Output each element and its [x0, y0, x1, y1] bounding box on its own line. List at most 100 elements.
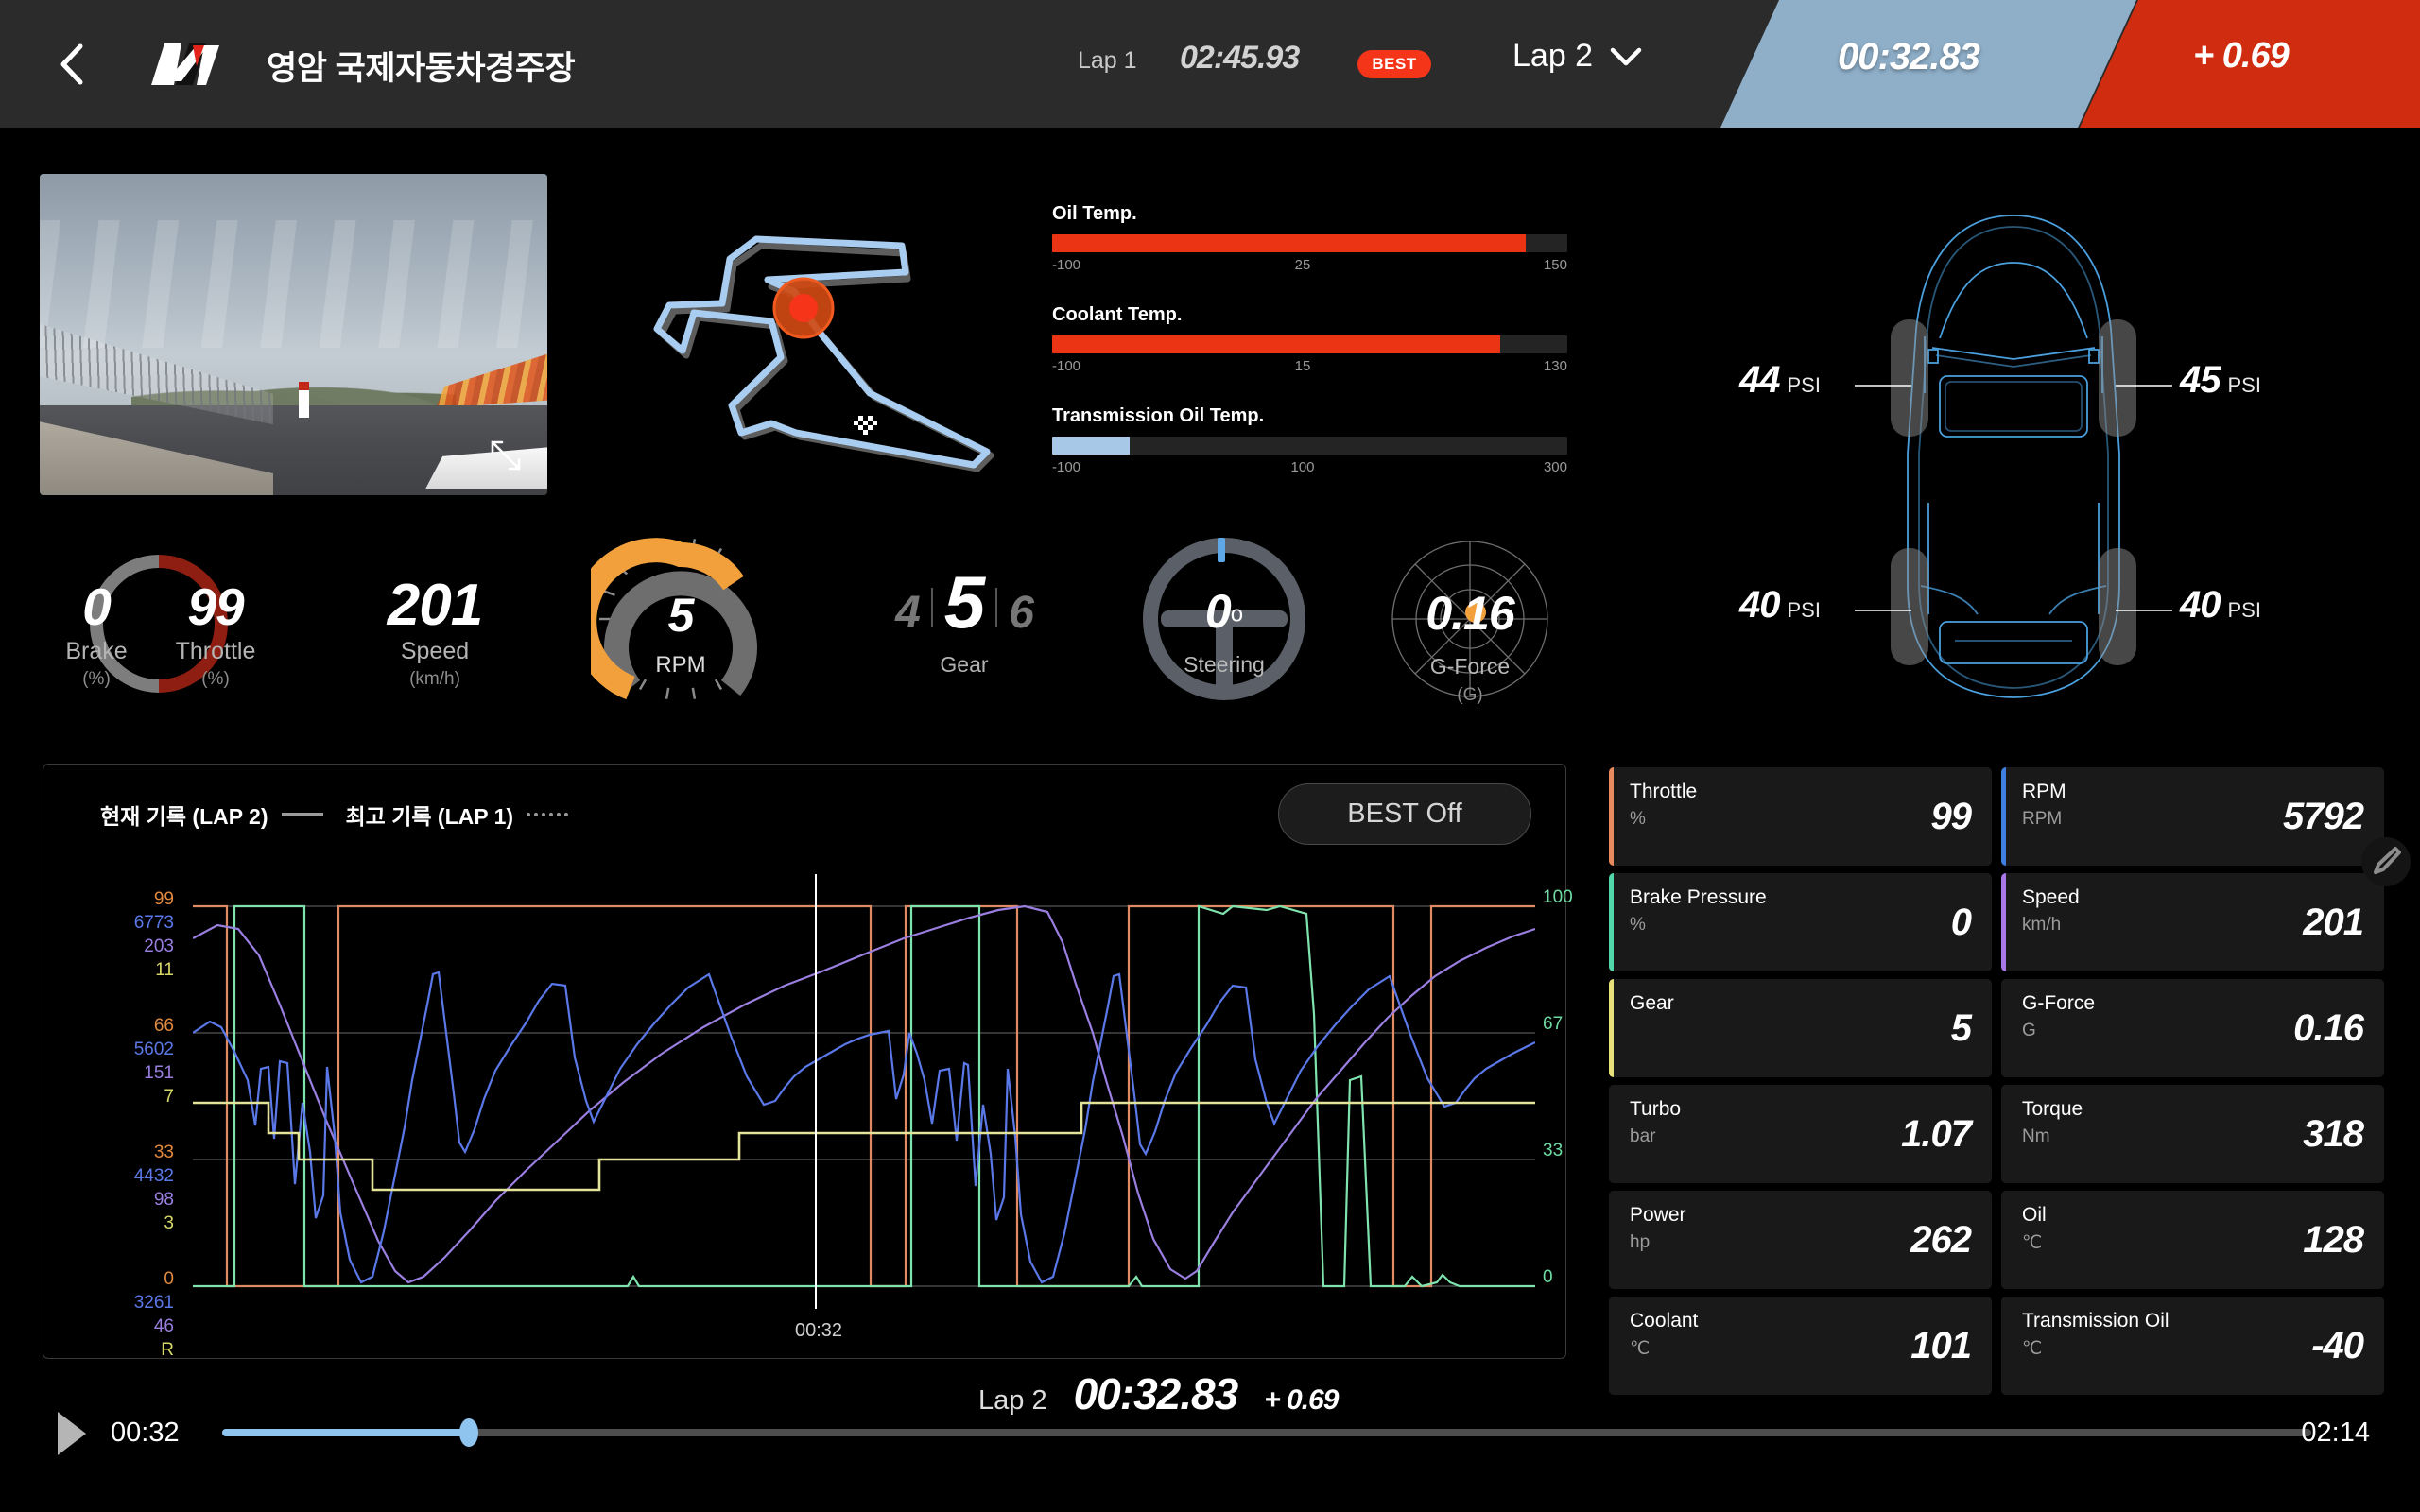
gforce-value: 0.16 [1426, 587, 1514, 640]
onboard-camera-thumbnail[interactable] [40, 174, 547, 495]
metric-card-rpm[interactable]: RPM RPM 5792 [2001, 767, 2384, 866]
axis-throttle-tick-2: 33 [153, 1143, 174, 1162]
temp-track [1052, 335, 1567, 353]
tire-pressure-rear-left: 40 PSI [1739, 584, 1821, 627]
chart-legend: 현재 기록 (LAP 2) 최고 기록 (LAP 1) [100, 799, 569, 831]
axis-throttle-tick-1: 66 [153, 1016, 174, 1036]
temperature-gauges: Oil Temp. -100 25 150 Coolant Temp. -100… [1052, 203, 1567, 475]
steering-degree: o [1230, 601, 1244, 627]
seek-bar[interactable] [222, 1418, 2311, 1447]
lap-selector-label: Lap 2 [1512, 38, 1594, 74]
tire-front-left [1891, 319, 1928, 437]
axis-gear-tick-3: R [161, 1340, 174, 1360]
metric-card-power[interactable]: Power hp 262 [1609, 1191, 1992, 1289]
axis-throttle-ticks: 99 [153, 889, 174, 909]
axis-speed-tick-3: 46 [153, 1316, 174, 1336]
lap1-label: Lap 1 [1078, 47, 1137, 74]
legend-dashed-swatch [527, 813, 569, 816]
legend-current-label: 현재 기록 (LAP 2) [100, 804, 268, 829]
axis-speed-tick-0: 203 [144, 936, 174, 956]
axis-gear-tick-1: 7 [164, 1087, 174, 1107]
page-title: 영암 국제자동차경주장 [267, 50, 576, 87]
back-button[interactable] [47, 40, 96, 89]
series-rpm [193, 971, 1535, 1284]
chart-plot-area[interactable] [193, 901, 1535, 1290]
axis-speed-tick-1: 151 [144, 1063, 174, 1083]
metric-card-brake-pressure[interactable]: Brake Pressure % 0 [1609, 873, 1992, 971]
metric-card-coolant[interactable]: Coolant ℃ 101 [1609, 1297, 1992, 1395]
card-value: -40 [2311, 1325, 2364, 1366]
metric-card-torque[interactable]: Torque Nm 318 [2001, 1085, 2384, 1183]
steering-label: Steering [1184, 652, 1265, 677]
best-off-button[interactable]: BEST Off [1278, 783, 1531, 845]
expand-arrows-icon[interactable] [489, 438, 523, 472]
steering-value-wrap: 0o [1134, 584, 1314, 639]
axis-speed-tick-2: 98 [153, 1190, 174, 1210]
card-value: 262 [1910, 1219, 1972, 1261]
axis-gear-tick-2: 3 [164, 1213, 174, 1233]
brake-label: Brake [65, 638, 128, 664]
metric-card-gear[interactable]: Gear 5 [1609, 979, 1992, 1077]
temp-min: -100 [1052, 358, 1081, 374]
axis-gear-tick-0: 11 [155, 960, 174, 980]
card-accent [1609, 767, 1614, 866]
chart-cursor[interactable] [815, 874, 817, 1309]
play-button[interactable] [54, 1410, 90, 1457]
tire-pressure-front-left: 44 PSI [1739, 359, 1821, 402]
brake-unit: (%) [82, 669, 111, 689]
card-label: Brake Pressure [1630, 886, 1767, 908]
gear-prev: 4 [895, 588, 921, 638]
telemetry-chart-panel: 현재 기록 (LAP 2) 최고 기록 (LAP 1) BEST Off 99 … [43, 764, 1573, 1360]
pencil-edit-icon[interactable] [2360, 835, 2412, 888]
legend-current-lap: 현재 기록 (LAP 2) [100, 799, 323, 831]
card-value: 201 [2303, 902, 2364, 943]
speed-unit: (km/h) [409, 669, 460, 689]
card-value: 5 [1950, 1007, 1972, 1049]
psi-unit: PSI [2227, 598, 2261, 622]
steering-value: 0 [1204, 585, 1232, 638]
temp-mid: 25 [1294, 257, 1311, 273]
temp-fill [1052, 335, 1501, 353]
card-value: 128 [2303, 1219, 2364, 1261]
chevron-left-icon [60, 43, 83, 85]
brake-value: 0 [82, 577, 112, 636]
series-throttle [193, 904, 1535, 1288]
temp-mid: 100 [1290, 459, 1315, 475]
gauge-cluster: 0 Brake (%) 99 Throttle (%) 201 Speed (k… [0, 529, 1607, 732]
chevron-down-icon [1610, 47, 1642, 65]
metric-card-oil[interactable]: Oil ℃ 128 [2001, 1191, 2384, 1289]
metric-card-turbo[interactable]: Turbo bar 1.07 [1609, 1085, 1992, 1183]
throttle-unit: (%) [201, 669, 230, 689]
metric-card-throttle[interactable]: Throttle % 99 [1609, 767, 1992, 866]
metric-card-transmission-oil[interactable]: Transmission Oil ℃ -40 [2001, 1297, 2384, 1395]
playback-current-time: 00:32 [111, 1418, 180, 1448]
gforce-label: G-Force [1429, 654, 1511, 679]
card-unit: % [1630, 809, 1646, 829]
card-unit: % [1630, 915, 1646, 935]
temp-label: Coolant Temp. [1052, 304, 1183, 325]
checkered-flag-icon [854, 416, 877, 435]
gear-label: Gear [940, 652, 989, 677]
gear-next: 6 [1009, 588, 1034, 638]
series-brake-pressure [193, 904, 1535, 1288]
hyundai-n-logo [151, 43, 219, 85]
gear-display: 4 5 6 [870, 559, 1059, 645]
circuit-map[interactable] [624, 180, 1030, 501]
chart-gridlines [193, 905, 1535, 1287]
seek-handle[interactable] [458, 1418, 478, 1447]
axis-brake-tick-1: 67 [1543, 1014, 1564, 1034]
card-value: 0.16 [2293, 1007, 2364, 1049]
card-label: Gear [1630, 992, 1674, 1014]
tire-pressure-diagram: 44 PSI 45 PSI 40 PSI 40 PSI [1607, 170, 2420, 737]
seek-fill [222, 1429, 469, 1436]
temp-min: -100 [1052, 257, 1081, 273]
metric-card-gforce[interactable]: G-Force G 0.16 [2001, 979, 2384, 1077]
metric-card-speed[interactable]: Speed km/h 201 [2001, 873, 2384, 971]
temp-scale: -100 25 150 [1052, 257, 1567, 273]
lap-selector[interactable]: Lap 2 [1512, 38, 1642, 75]
card-accent [2001, 1085, 2006, 1183]
speed-value: 201 [387, 573, 483, 638]
car-position-marker [772, 277, 835, 339]
best-badge[interactable]: BEST [1357, 50, 1431, 78]
legend-solid-swatch [281, 813, 323, 816]
